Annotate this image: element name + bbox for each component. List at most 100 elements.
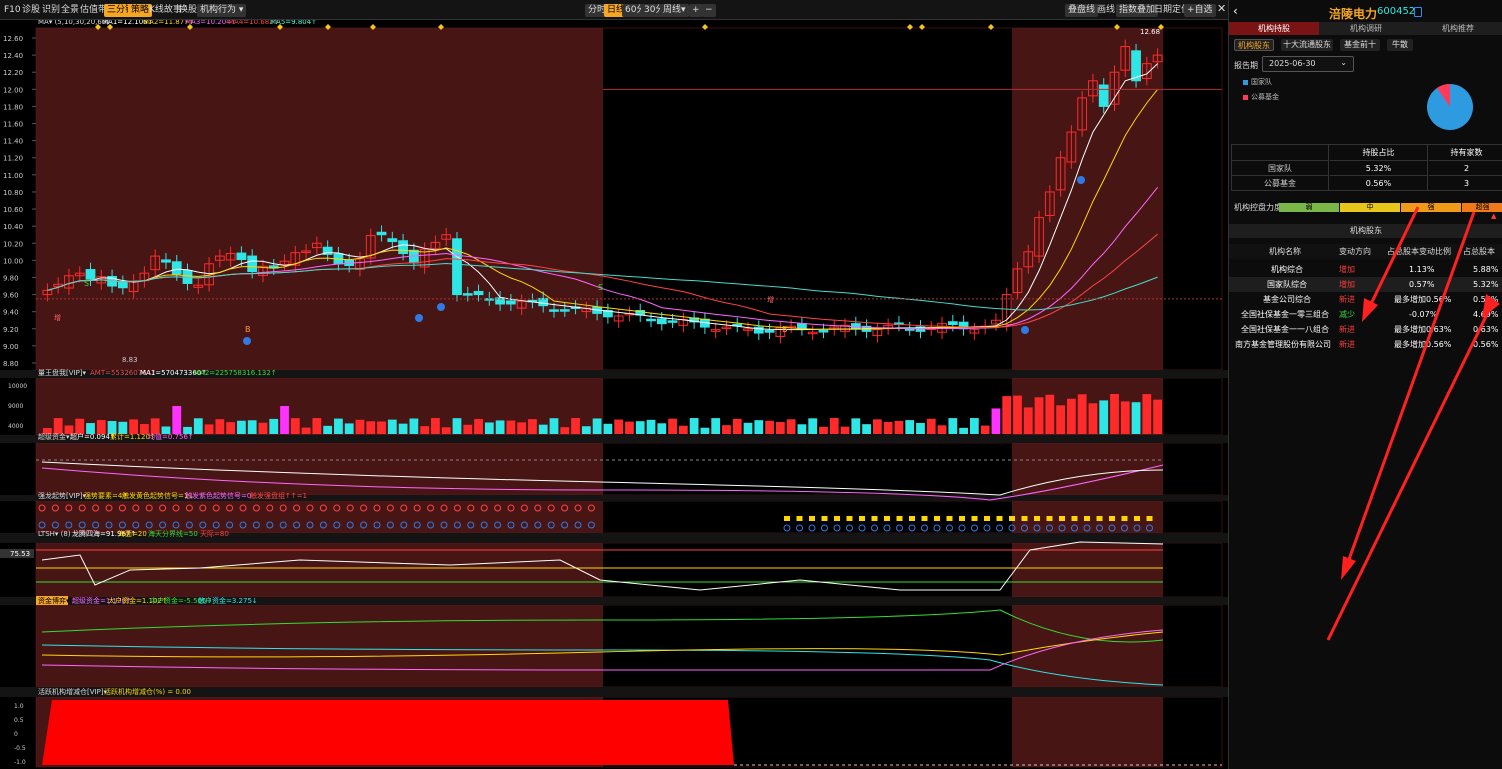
inst-a: 活跃机构增减仓(%) = 0.00 <box>104 687 191 696</box>
volume-bar <box>474 419 483 434</box>
candle-body <box>549 309 559 312</box>
volume-bar <box>1077 394 1087 434</box>
volume-bar <box>237 420 246 434</box>
table2-row[interactable]: 南方基金管理股份有限公司 新进 最多增加0.56% 0.56% <box>1229 337 1502 352</box>
inst-axis-label: -1.0 <box>14 759 26 766</box>
volume-bar <box>1142 394 1152 434</box>
tool-diagnose[interactable]: 诊股 <box>22 4 40 17</box>
kline-chart-area[interactable]: MA▾ (5,10,30,20,60)MA1=12.106↑MA2=11.877… <box>0 20 1228 769</box>
t2-r1-total: 5.88% <box>1473 265 1499 274</box>
subtab-fund-top10[interactable]: 基金前十 <box>1340 39 1380 51</box>
candle-body <box>398 240 408 255</box>
volume-bar <box>344 423 354 434</box>
strong-bar <box>984 516 990 521</box>
volume-bar <box>980 425 990 434</box>
volume-bar <box>560 427 570 434</box>
panel-tabs: 机构持股 机构调研 机构推荐 <box>1229 22 1502 35</box>
price-axis-label: 11.00 <box>3 172 23 180</box>
table2-row[interactable]: 基金公司综合 新进 最多增加0.56% 0.56% <box>1229 292 1502 307</box>
strong-bar <box>1021 516 1028 521</box>
draw-line-button[interactable]: 画线 <box>1097 4 1115 17</box>
t2-r4-total: 4.69% <box>1473 310 1499 319</box>
strong-title: 强龙起势[VIP]▾ <box>38 491 87 500</box>
zoom-in-icon[interactable]: + <box>689 4 703 17</box>
table2-row[interactable]: 全国社保基金一零三组合 减少 -0.07% 4.69% <box>1229 307 1502 322</box>
period-select[interactable]: 2025-06-30 ⌄ <box>1262 56 1354 72</box>
subtab-big-retail[interactable]: 牛散 <box>1387 39 1413 51</box>
strong-bar <box>796 516 803 521</box>
tool-inst-behavior[interactable]: 机构行为 ▾ <box>197 4 247 17</box>
price-axis-label: 11.80 <box>3 103 23 111</box>
tab-inst-recommend[interactable]: 机构推荐 <box>1413 22 1502 35</box>
table2-row[interactable]: 机构综合 增加 1.13% 5.88% <box>1229 262 1502 277</box>
overlay-line-button[interactable]: 叠盘线 <box>1065 4 1099 17</box>
legend-swatch-fund <box>1243 95 1248 100</box>
volume-bar <box>334 418 343 434</box>
period-week[interactable]: 周线▾ <box>660 4 689 17</box>
holding-table: 持股占比 持有家数 国家队 5.32% 2 公募基金 0.56% 3 <box>1231 144 1502 191</box>
copy-icon[interactable] <box>1414 7 1422 17</box>
candle-body <box>171 261 182 275</box>
zoom-out-icon[interactable]: − <box>702 4 716 17</box>
holding-pie-chart <box>1427 83 1473 130</box>
volume-bar <box>226 422 236 434</box>
candle-body <box>85 269 96 280</box>
vol-axis-label: 9000 <box>8 403 23 410</box>
inst-axis-label: 1.0 <box>14 703 24 710</box>
price-low-label: 8.83 <box>122 356 138 364</box>
volume-bar <box>603 423 613 434</box>
strong-bar <box>959 516 965 521</box>
t2-r6-total: 0.56% <box>1473 340 1499 349</box>
strong-bar <box>921 516 928 521</box>
volume-bar <box>1034 397 1044 434</box>
collapse-right-icon[interactable]: ✕ <box>1217 2 1226 15</box>
t2-r3-name: 基金公司综合 <box>1263 295 1311 304</box>
strong-bar <box>996 516 1003 521</box>
t2-r1-dir: 增加 <box>1339 265 1355 274</box>
subtab-inst-holders[interactable]: 机构股东 <box>1234 39 1274 51</box>
superfund-a: 超户=0.094↑ <box>70 432 116 441</box>
tool-switch[interactable]: 换股 <box>179 4 197 17</box>
t2-r2-chg: 0.57% <box>1409 280 1435 289</box>
add-watchlist-button[interactable]: +自选 <box>1184 4 1216 17</box>
tab-inst-holding[interactable]: 机构持股 <box>1229 22 1319 35</box>
tab-inst-research[interactable]: 机构调研 <box>1321 22 1411 35</box>
tool-recognize[interactable]: 识别 <box>42 4 60 17</box>
volume-bar <box>377 421 386 434</box>
tool-f10[interactable]: F10 <box>4 4 21 17</box>
volume-bar <box>743 422 753 434</box>
strong-bar <box>1134 516 1140 521</box>
candle-body <box>646 318 656 322</box>
volume-bar <box>657 423 667 434</box>
price-axis-label: 11.20 <box>3 155 23 163</box>
strong-bar <box>884 516 890 521</box>
stock-code: 600452 <box>1377 6 1416 17</box>
back-arrow-icon[interactable]: ‹ <box>1233 4 1238 18</box>
volume-bar <box>431 418 440 434</box>
volume-bar <box>592 418 602 434</box>
strong-bar <box>1096 516 1103 521</box>
strong-b: 触发黄色起势信号=1↓ <box>122 491 194 500</box>
t2-r2-total: 5.32% <box>1473 280 1499 289</box>
t2-r5-chg: 最多增加0.63% <box>1394 325 1452 334</box>
tool-kline-story[interactable]: K线故事 <box>149 4 182 17</box>
control-label: 机构控盘力度 <box>1234 203 1282 212</box>
table2-header-total: 占总股本 <box>1463 247 1495 256</box>
volume-bar <box>829 418 839 434</box>
volume-bar <box>1099 400 1109 434</box>
volume-bar <box>355 419 365 434</box>
volume-bar <box>840 426 850 434</box>
t2-r3-total: 0.56% <box>1473 295 1499 304</box>
tool-panorama[interactable]: 全景 <box>61 4 79 17</box>
strong-bar <box>1084 516 1090 521</box>
volume-bar <box>290 418 300 434</box>
subtab-top10-float[interactable]: 十大流通股东 <box>1281 39 1333 51</box>
volume-bar <box>1131 402 1141 434</box>
table2-row[interactable]: 国家队综合 增加 0.57% 5.32% <box>1229 277 1502 292</box>
legend-national: 国家队 <box>1251 78 1272 86</box>
tool-valuation[interactable]: 估值带 <box>80 4 107 17</box>
volume-bar <box>732 418 742 434</box>
table1-row2-name: 公募基金 <box>1232 176 1329 191</box>
index-overlay-button[interactable]: 指数叠加 <box>1116 4 1159 17</box>
table2-row[interactable]: 全国社保基金一一八组合 新进 最多增加0.63% 0.63% <box>1229 322 1502 337</box>
